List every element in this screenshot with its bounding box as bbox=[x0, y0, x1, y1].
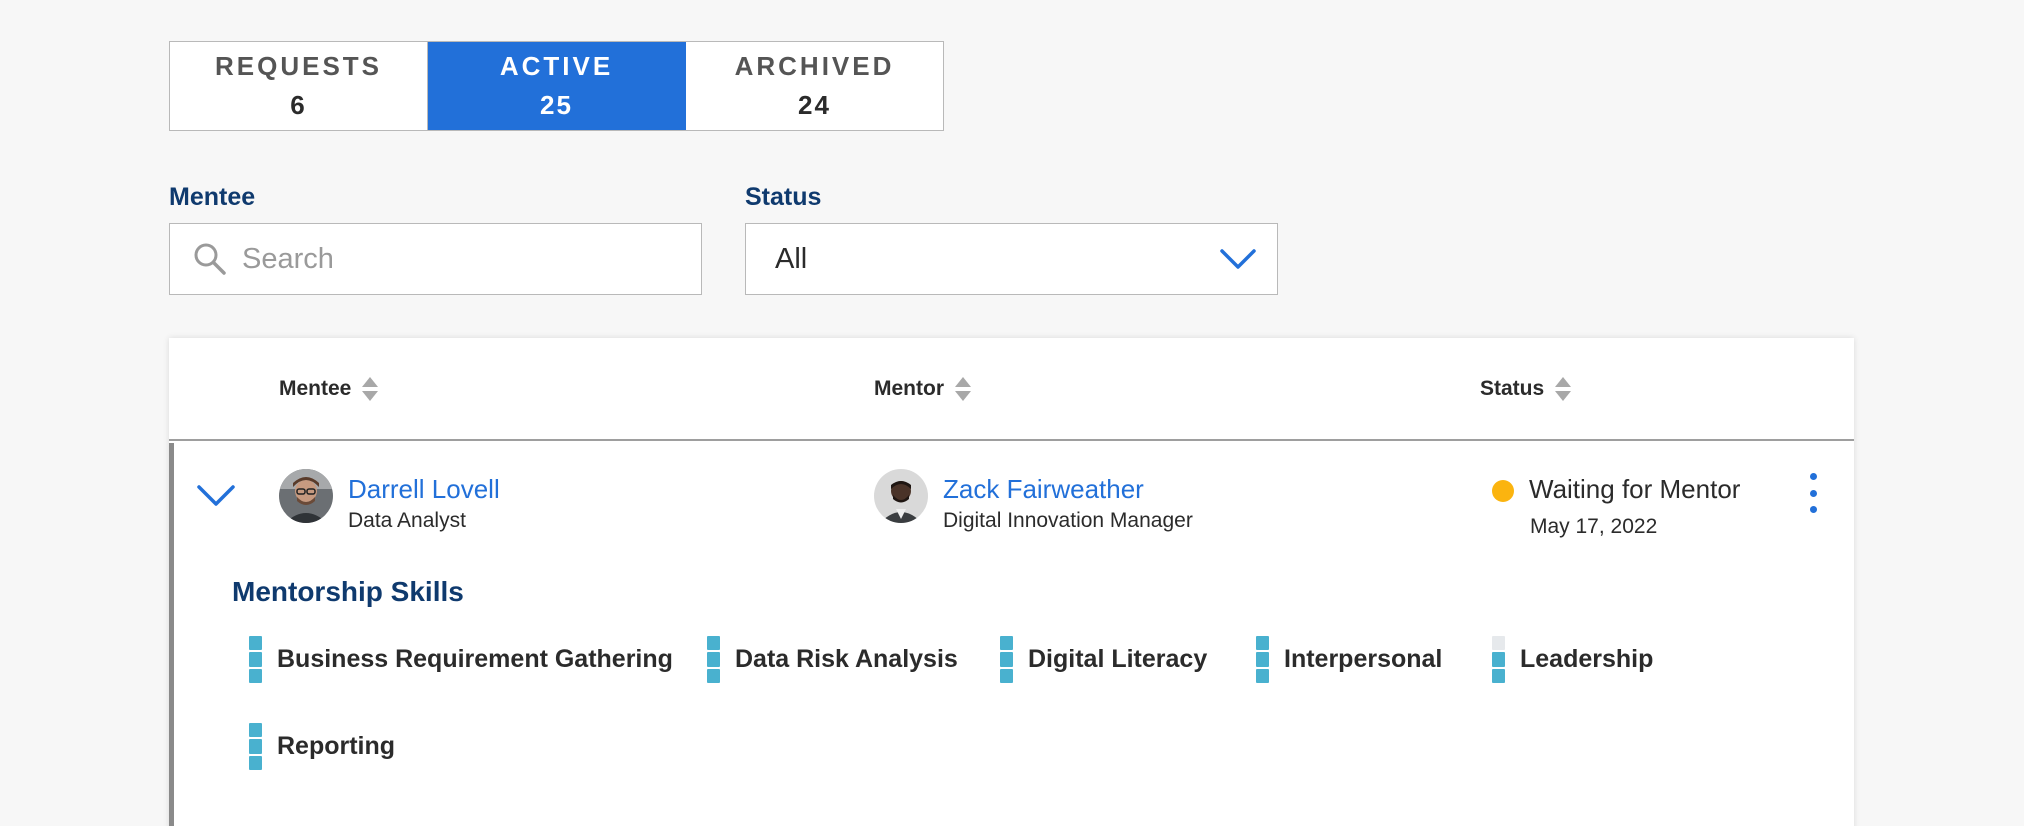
table-row: Darrell Lovell Data Analyst Zack Fairwea… bbox=[169, 443, 1854, 826]
skill-name: Digital Literacy bbox=[1028, 645, 1208, 673]
tab-count: 24 bbox=[798, 90, 831, 120]
tab-label: REQUESTS bbox=[214, 51, 383, 81]
header-mentee[interactable]: Mentee bbox=[279, 376, 379, 402]
sort-icon bbox=[362, 377, 379, 401]
header-mentor[interactable]: Mentor bbox=[874, 376, 972, 402]
skill-item: Data Risk Analysis bbox=[707, 636, 958, 683]
header-label: Status bbox=[1480, 377, 1545, 400]
sort-icon bbox=[1555, 377, 1572, 401]
skill-name: Data Risk Analysis bbox=[735, 645, 958, 673]
header-label: Mentor bbox=[874, 377, 944, 400]
chevron-down-icon bbox=[1220, 249, 1256, 269]
skill-level-icon bbox=[249, 636, 262, 683]
status-select-value: All bbox=[775, 242, 808, 275]
status-filter-label: Status bbox=[745, 183, 822, 211]
kebab-menu-icon[interactable] bbox=[1805, 473, 1821, 513]
mentee-avatar bbox=[279, 469, 333, 523]
tab-count: 25 bbox=[540, 90, 573, 120]
skill-name: Reporting bbox=[277, 732, 396, 760]
chevron-down-icon[interactable] bbox=[196, 483, 236, 509]
tab-archived[interactable]: ARCHIVED 24 bbox=[686, 42, 943, 130]
skill-name: Leadership bbox=[1520, 645, 1654, 673]
tab-label: ARCHIVED bbox=[734, 51, 895, 81]
status-indicator bbox=[1492, 480, 1514, 502]
skill-level-icon bbox=[707, 636, 720, 683]
header-status[interactable]: Status bbox=[1480, 376, 1572, 402]
mentee-name-link[interactable]: Darrell Lovell bbox=[348, 474, 500, 505]
mentorship-table: Mentee Mentor Status Darrell Lovell Data… bbox=[169, 338, 1854, 826]
tab-requests[interactable]: REQUESTS 6 bbox=[170, 42, 428, 130]
skill-name: Interpersonal bbox=[1284, 645, 1443, 673]
skill-item: Leadership bbox=[1492, 636, 1653, 683]
mentor-avatar bbox=[874, 469, 928, 523]
skill-level-icon bbox=[249, 723, 262, 770]
skill-item: Interpersonal bbox=[1256, 636, 1442, 683]
skill-item: Reporting bbox=[249, 723, 395, 770]
skill-level-icon bbox=[1256, 636, 1269, 683]
tab-count: 6 bbox=[290, 90, 307, 120]
table-header: Mentee Mentor Status bbox=[169, 338, 1854, 441]
search-icon bbox=[194, 243, 226, 275]
tab-label: ACTIVE bbox=[499, 51, 614, 81]
tab-active[interactable]: ACTIVE 25 bbox=[428, 42, 686, 130]
status-date: May 17, 2022 bbox=[1530, 515, 1658, 538]
skill-item: Digital Literacy bbox=[1000, 636, 1207, 683]
header-label: Mentee bbox=[279, 377, 352, 400]
mentor-role: Digital Innovation Manager bbox=[943, 509, 1193, 532]
mentorship-skills-title: Mentorship Skills bbox=[232, 576, 464, 607]
skill-level-icon bbox=[1000, 636, 1013, 683]
skill-name: Business Requirement Gathering bbox=[277, 645, 673, 673]
mentee-filter-label: Mentee bbox=[169, 183, 256, 211]
mentee-search-input[interactable] bbox=[242, 242, 682, 276]
tab-bar: REQUESTS 6 ACTIVE 25 ARCHIVED 24 bbox=[169, 41, 944, 131]
skill-level-icon bbox=[1492, 636, 1505, 683]
sort-icon bbox=[955, 377, 971, 401]
mentee-role: Data Analyst bbox=[348, 509, 466, 532]
status-text: Waiting for Mentor bbox=[1529, 474, 1741, 504]
status-select[interactable]: All bbox=[745, 223, 1278, 295]
mentee-search-box[interactable] bbox=[169, 223, 702, 295]
skill-item: Business Requirement Gathering bbox=[249, 636, 673, 683]
mentor-name-link[interactable]: Zack Fairweather bbox=[943, 474, 1144, 505]
